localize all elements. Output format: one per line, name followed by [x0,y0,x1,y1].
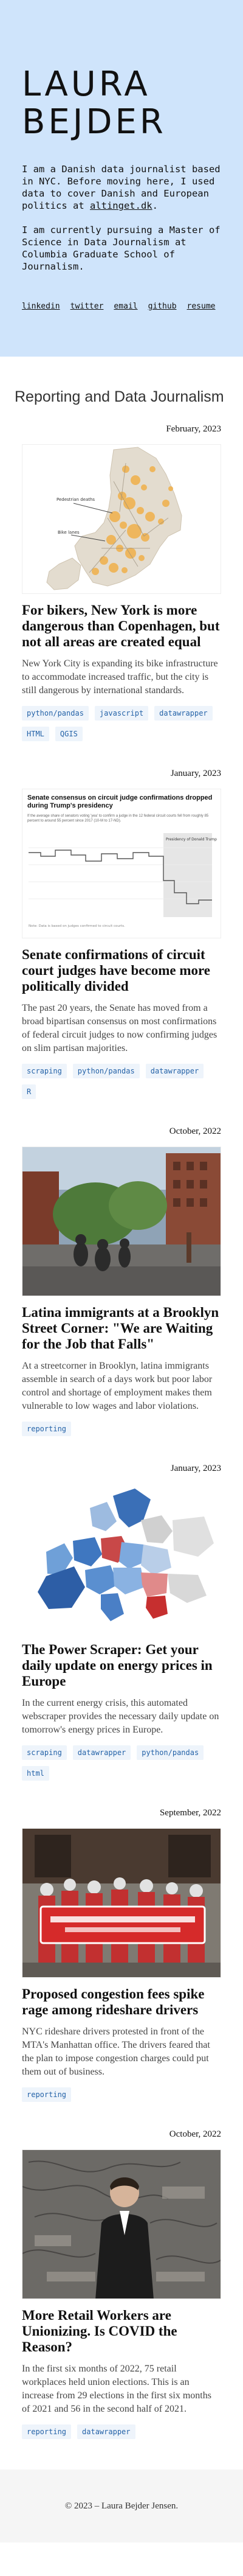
name-line-1: LAURA [22,65,151,104]
tag-javascript: javascript [94,706,149,721]
bio-paragraph-1: I am a Danish data journalist based in N… [22,163,221,212]
altinget-link[interactable]: altinget.dk [90,200,152,211]
tag-list: reporting [22,1422,221,1442]
tag-reporting: reporting [22,1422,72,1436]
tag-list: python/pandas javascript datawrapper HTM… [22,706,221,747]
article-image-retail-union-photo[interactable] [22,2149,221,2299]
europe-energy-map [22,1484,221,1633]
tag-html: HTML [22,727,49,741]
article-description: NYC rideshare drivers protested in front… [22,2026,210,2077]
article-image-bike-map[interactable]: Pedestrian deaths Bike lanes [22,444,221,594]
tag-list: scraping python/pandas datawrapper R [22,1064,221,1105]
article-date: October, 2022 [169,2129,221,2139]
senate-chart-title: Senate consensus on circuit judge confir… [27,794,213,809]
article-card[interactable]: October, 2022 More Retail Workers are Un… [0,2125,243,2445]
footer-copyright: © 2023 – Laura Bejder Jensen. [64,2501,179,2511]
email-link[interactable]: email [114,302,137,311]
article-card[interactable]: January, 2023 The Power Scraper: Get you… [0,1459,243,1787]
tag-scraping: scraping [22,1064,67,1078]
article-image-europe-map[interactable] [22,1484,221,1633]
article-card[interactable]: February, 2023 Pedestrian deaths Bike la… [0,420,243,747]
tag-reporting: reporting [22,2424,72,2439]
article-headline[interactable]: Senate confirmations of circuit court ju… [22,947,221,994]
article-image-rideshare-protest-photo[interactable] [22,1828,221,1978]
tag-python-pandas: python/pandas [72,1064,140,1078]
senate-chart-source: Note: Data is based on judges confirmed … [29,924,125,928]
article-description: New York City is expanding its bike infr… [22,658,218,696]
article-date: October, 2022 [169,1126,221,1136]
tag-list: scraping datawrapper python/pandas html [22,1745,221,1787]
github-link[interactable]: github [148,302,177,311]
street-corner-photo [22,1147,221,1296]
retail-union-photo [22,2150,221,2299]
article-date: February, 2023 [166,424,221,434]
bio-1-suffix: . [152,200,158,211]
twitter-link[interactable]: twitter [70,302,104,311]
article-date: September, 2022 [159,1808,221,1818]
linkedin-link[interactable]: linkedin [22,302,60,311]
tag-datawrapper: datawrapper [154,706,213,721]
article-headline[interactable]: Proposed congestion fees spike rage amon… [22,1986,221,2018]
tag-datawrapper: datawrapper [77,2424,135,2439]
footer: © 2023 – Laura Bejder Jensen. [0,2470,243,2543]
tag-list: reporting [22,2087,221,2108]
article-description: The past 20 years, the Senate has moved … [22,1003,217,1053]
senate-chart-graphic: Senate consensus on circuit judge confir… [22,789,221,938]
tag-html: html [22,1766,49,1781]
resume-link[interactable]: resume [187,302,216,311]
article-description: At a streetcorner in Brooklyn, latina im… [22,1361,213,1411]
article-image-senate-chart[interactable]: Senate consensus on circuit judge confir… [22,789,221,938]
article-date: January, 2023 [170,769,221,778]
tag-python-pandas: python/pandas [137,1745,204,1760]
social-nav: linkedin twitter email github resume [22,302,221,311]
map-label-bike-lanes: Bike lanes [58,530,80,535]
senate-chart-legend: Presidency of Donald Trump [166,837,217,842]
senate-chart-subtitle: If the average share of senators voting … [27,814,209,823]
article-card[interactable]: October, 2022 Latina immigrants at a Bro… [0,1122,243,1442]
site-name: LAURA BEJDER [22,66,221,141]
article-description: In the first six months of 2022, 75 reta… [22,2364,211,2414]
tag-scraping: scraping [22,1745,67,1760]
section-title: Reporting and Data Journalism [15,388,224,405]
tag-r: R [22,1084,36,1099]
article-headline[interactable]: For bikers, New York is more dangerous t… [22,602,221,650]
rideshare-protest-photo [22,1829,221,1977]
article-headline[interactable]: More Retail Workers are Unionizing. Is C… [22,2308,221,2355]
name-line-2: BEJDER [22,102,166,142]
hero: LAURA BEJDER I am a Danish data journali… [0,0,243,357]
tag-list: reporting datawrapper [22,2424,221,2445]
tag-python-pandas: python/pandas [22,706,89,721]
tag-datawrapper: datawrapper [145,1064,204,1078]
article-headline[interactable]: Latina immigrants at a Brooklyn Street C… [22,1305,221,1352]
bio-paragraph-2: I am currently pursuing a Master of Scie… [22,225,221,272]
article-card[interactable]: September, 2022 Proposed congestion fees… [0,1804,243,2108]
tag-reporting: reporting [22,2087,72,2102]
article-card[interactable]: January, 2023 Senate consensus on circui… [0,764,243,1105]
map-label-pedestrian-deaths: Pedestrian deaths [56,497,95,502]
tag-qgis: QGIS [55,727,83,741]
article-image-street-corner-photo[interactable] [22,1147,221,1296]
nyc-bike-map-graphic: Pedestrian deaths Bike lanes [22,445,221,593]
article-date: January, 2023 [170,1464,221,1473]
article-headline[interactable]: The Power Scraper: Get your daily update… [22,1642,221,1689]
tag-datawrapper: datawrapper [72,1745,131,1760]
article-description: In the current energy crisis, this autom… [22,1698,219,1735]
